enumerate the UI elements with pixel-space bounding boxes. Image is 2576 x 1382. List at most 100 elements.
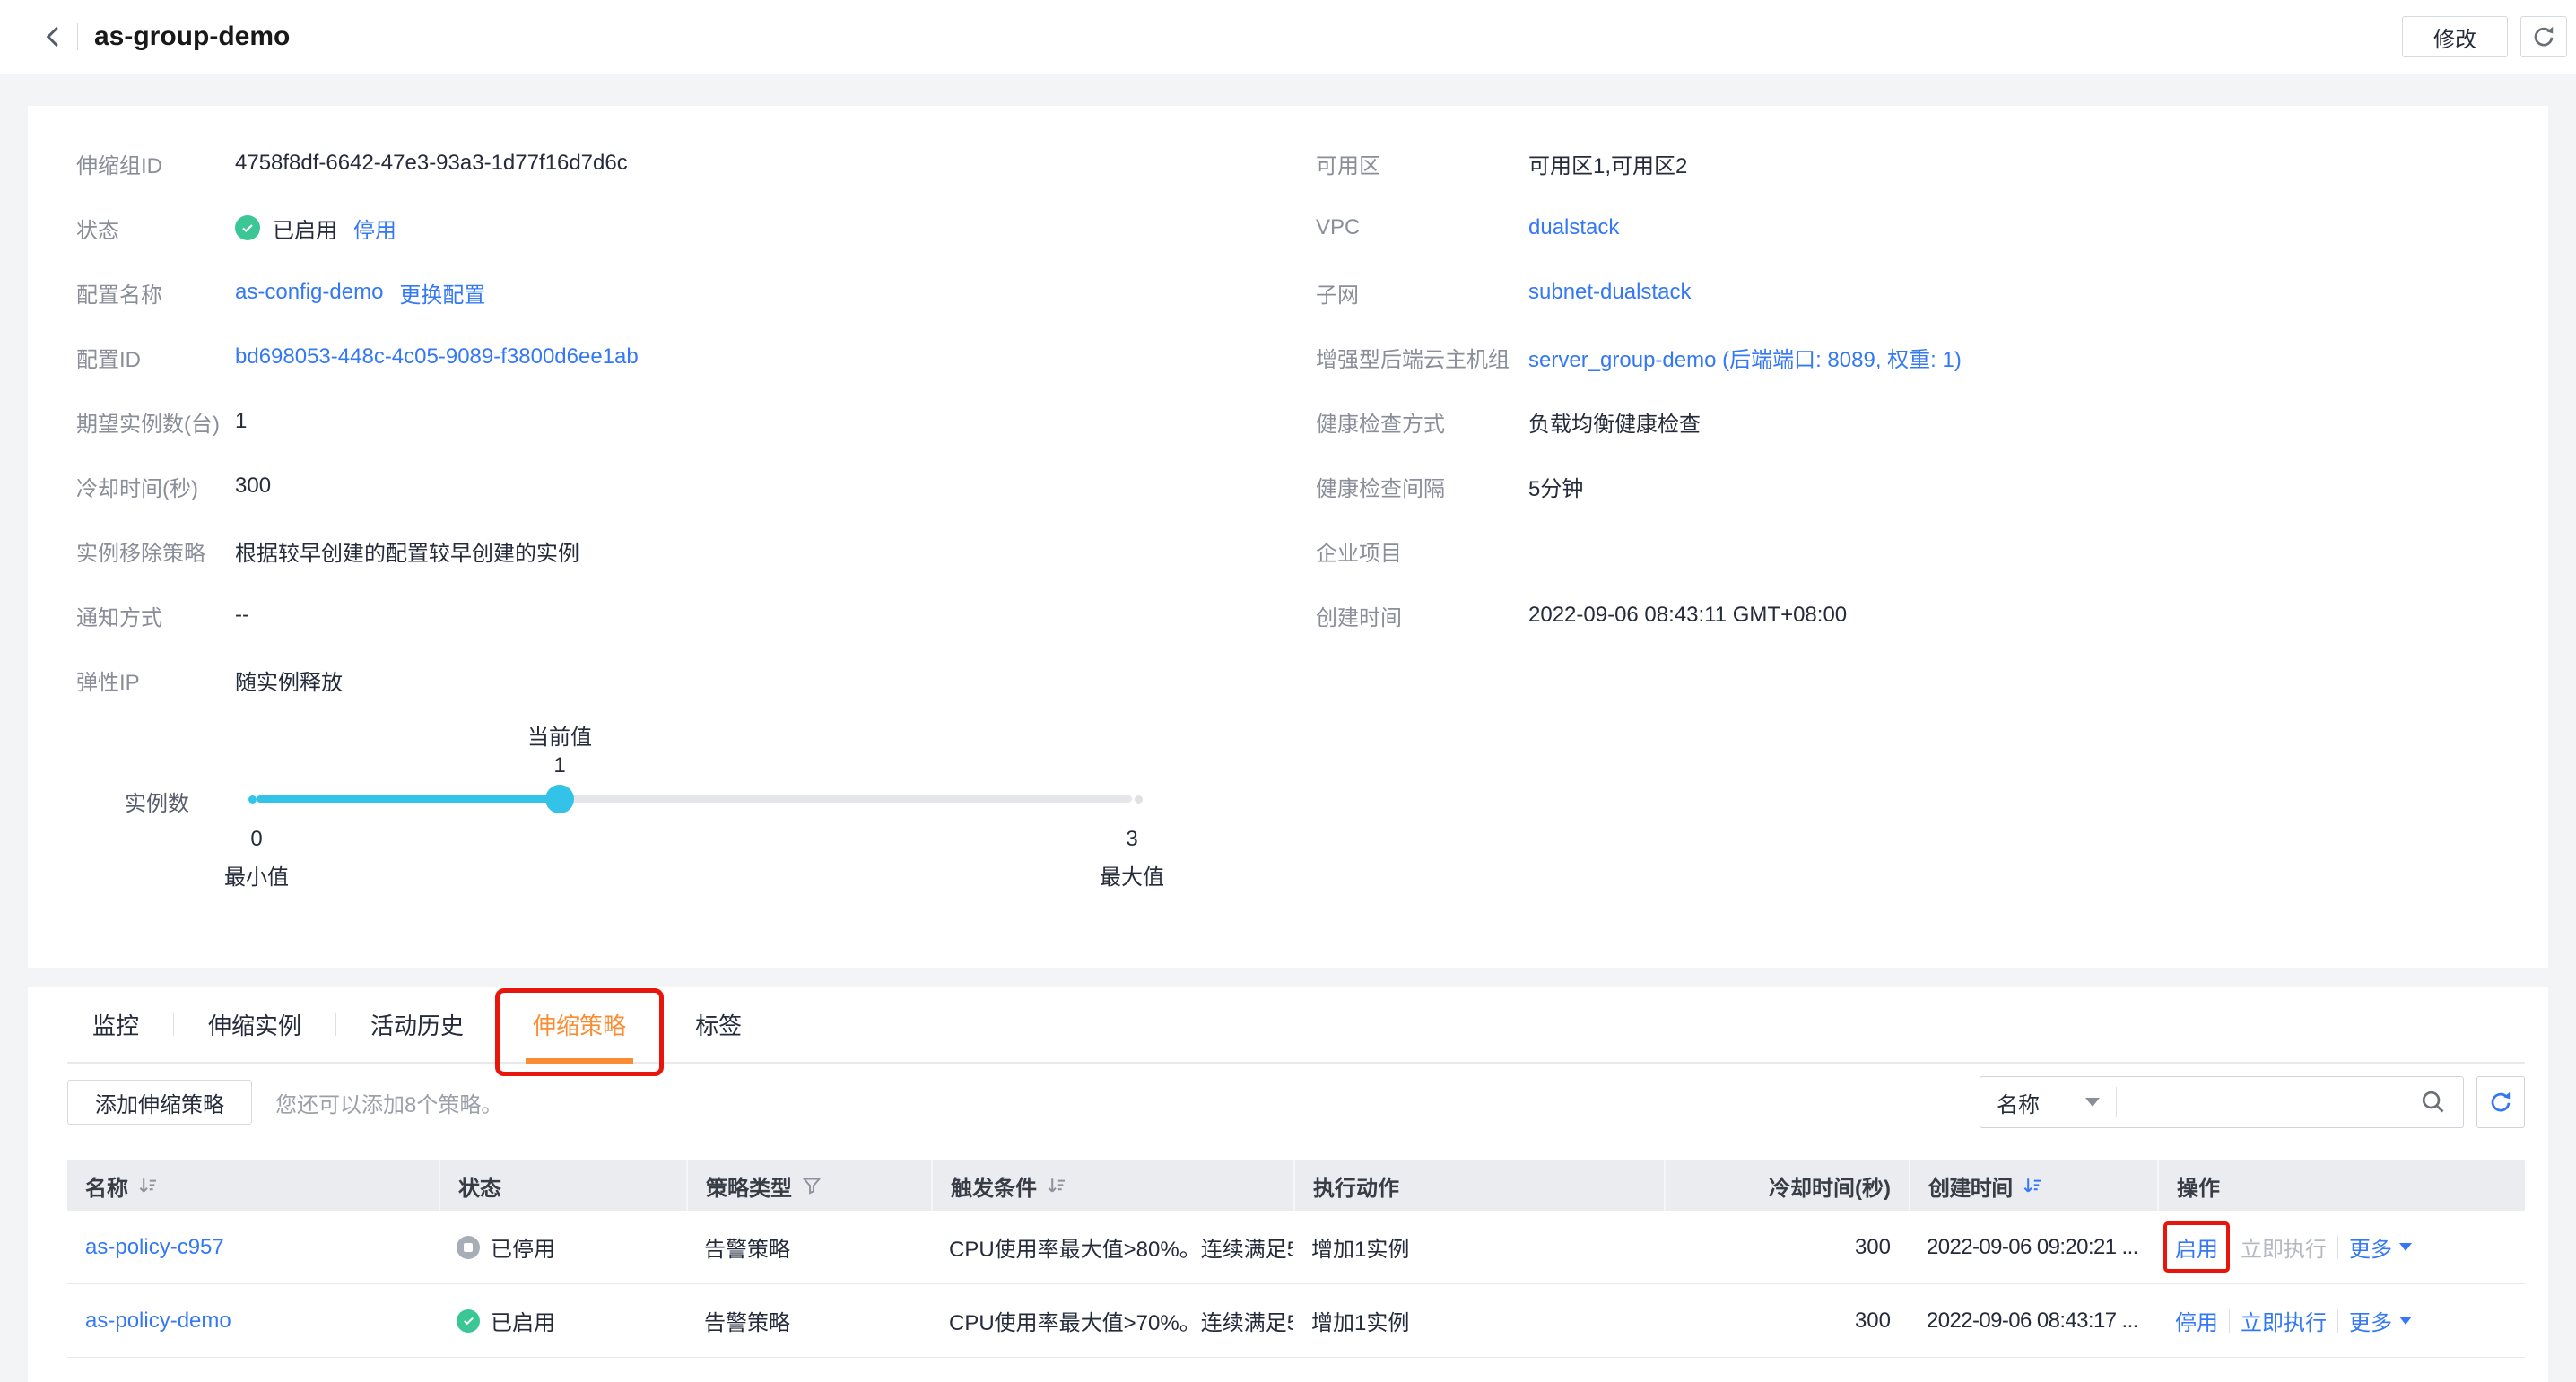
policy-name-link[interactable]: as-policy-c957 xyxy=(85,1235,224,1260)
check-circle-icon xyxy=(457,1309,480,1333)
cooldown-value: 300 xyxy=(235,474,271,499)
caret-down-icon xyxy=(2399,1317,2412,1325)
policy-type-cell: 告警策略 xyxy=(686,1284,931,1357)
op-divider xyxy=(2229,1236,2230,1259)
policy-status-text: 已停用 xyxy=(491,1231,555,1263)
slider-handle[interactable] xyxy=(545,785,574,813)
policy-created-text: 2022-09-06 09:20:21 ... xyxy=(1927,1235,2138,1260)
policy-type-text: 告警策略 xyxy=(704,1231,790,1263)
change-config-link[interactable]: 更换配置 xyxy=(399,277,485,309)
eip-value: 随实例释放 xyxy=(235,665,343,696)
sort-icon[interactable] xyxy=(1046,1175,1067,1196)
slider-max-dot xyxy=(1135,795,1143,804)
back-button[interactable] xyxy=(36,19,72,55)
table-header-row: 名称 状态 策略类型 触发条件 执行动作 xyxy=(67,1160,2525,1211)
policy-search-input[interactable] xyxy=(2117,1077,2420,1127)
status-text: 已启用 xyxy=(273,213,337,244)
config-name-link[interactable]: as-config-demo xyxy=(235,280,383,305)
table-refresh-button[interactable] xyxy=(2476,1076,2525,1128)
tab-divider xyxy=(660,1013,661,1036)
slider-fill xyxy=(257,795,560,803)
field-label: VPC xyxy=(1316,215,1528,240)
col-header-cooldown: 冷却时间(秒) xyxy=(1664,1160,1909,1211)
policy-trigger-cell: CPU使用率最大值>70%。连续满足5... xyxy=(931,1284,1293,1357)
policy-trigger-text: CPU使用率最大值>70%。连续满足5... xyxy=(949,1305,1293,1336)
field-status: 状态 已启用 停用 xyxy=(76,196,1316,260)
instance-count-slider: 当前值 1 实例数 0 最小值 3 最大值 xyxy=(125,719,1316,911)
tab-scaling-instances[interactable]: 伸缩实例 xyxy=(183,987,326,1062)
slider-min-label: 最小值 xyxy=(224,859,289,891)
enable-policy-link[interactable]: 启用 xyxy=(2175,1231,2218,1263)
refresh-icon xyxy=(2530,23,2557,50)
policy-name-link[interactable]: as-policy-demo xyxy=(85,1308,231,1334)
group-id-value: 4758f8df-6642-47e3-93a3-1d77f16d7d6c xyxy=(235,151,628,176)
caret-down-icon xyxy=(2085,1098,2100,1107)
policy-status-cell: 已停用 xyxy=(439,1211,686,1283)
col-header-label: 冷却时间(秒) xyxy=(1769,1170,1891,1202)
sort-icon[interactable] xyxy=(137,1175,159,1196)
field-label: 实例移除策略 xyxy=(76,535,235,567)
op-divider xyxy=(2229,1309,2230,1333)
notify-value: -- xyxy=(235,603,249,628)
tab-label: 伸缩策略 xyxy=(533,1008,626,1041)
overview-details: 伸缩组ID 4758f8df-6642-47e3-93a3-1d77f16d7d… xyxy=(28,106,2548,911)
execute-now-link[interactable]: 立即执行 xyxy=(2241,1305,2327,1336)
col-header-label: 触发条件 xyxy=(951,1170,1037,1202)
field-vpc: VPC dualstack xyxy=(1316,196,2548,260)
config-id-link[interactable]: bd698053-448c-4c05-9089-f3800d6ee1ab xyxy=(235,344,639,369)
field-label: 冷却时间(秒) xyxy=(76,471,235,502)
field-label: 子网 xyxy=(1316,277,1528,309)
policy-ops-cell: 停用 立即执行 更多 xyxy=(2157,1284,2525,1357)
policy-cooldown-cell: 300 xyxy=(1664,1211,1909,1283)
search-field-select[interactable]: 名称 xyxy=(1980,1077,2116,1127)
slider-min-dot xyxy=(248,795,257,804)
field-label: 健康检查间隔 xyxy=(1316,471,1528,502)
tab-label: 监控 xyxy=(92,1008,139,1041)
slider-track[interactable] xyxy=(257,795,1132,803)
add-policy-button[interactable]: 添加伸缩策略 xyxy=(67,1080,252,1125)
slider-min-value: 0 xyxy=(250,827,262,852)
az-value: 可用区1,可用区2 xyxy=(1528,148,1687,179)
policy-search-combo: 名称 xyxy=(1980,1076,2464,1128)
col-header-ops: 操作 xyxy=(2157,1160,2525,1211)
vpc-link[interactable]: dualstack xyxy=(1528,215,1619,240)
field-removal-policy: 实例移除策略 根据较早创建的配置较早创建的实例 xyxy=(76,518,1316,583)
modify-button[interactable]: 修改 xyxy=(2402,16,2508,57)
tab-scaling-policies[interactable]: 伸缩策略 xyxy=(508,987,651,1062)
status-value: 已启用 停用 xyxy=(235,213,396,244)
tab-activity-history[interactable]: 活动历史 xyxy=(345,987,489,1062)
col-header-type: 策略类型 xyxy=(686,1160,931,1211)
more-actions-link[interactable]: 更多 xyxy=(2349,1305,2392,1336)
tab-tags[interactable]: 标签 xyxy=(670,987,767,1062)
page-refresh-button[interactable] xyxy=(2520,16,2567,57)
field-eip: 弹性IP 随实例释放 xyxy=(76,648,1316,712)
title-divider xyxy=(77,23,78,50)
tab-label: 伸缩实例 xyxy=(208,1008,301,1041)
as-group-detail-page: { "header": { "title": "as-group-demo", … xyxy=(0,0,2576,1382)
policies-table: 名称 状态 策略类型 触发条件 执行动作 xyxy=(67,1160,2525,1358)
more-actions-link[interactable]: 更多 xyxy=(2349,1231,2392,1263)
policy-trigger-text: CPU使用率最大值>80%。连续满足5... xyxy=(949,1231,1293,1263)
subnet-link[interactable]: subnet-dualstack xyxy=(1528,280,1691,305)
policy-type-cell: 告警策略 xyxy=(686,1211,931,1283)
policy-cooldown-text: 300 xyxy=(1855,1308,1891,1334)
active-tab-underline xyxy=(526,1058,633,1064)
field-group-id: 伸缩组ID 4758f8df-6642-47e3-93a3-1d77f16d7d… xyxy=(76,131,1316,196)
policy-created-text: 2022-09-06 08:43:17 ... xyxy=(1927,1308,2138,1334)
search-icon[interactable] xyxy=(2420,1089,2447,1116)
policy-name-cell: as-policy-c957 xyxy=(67,1211,439,1283)
field-az: 可用区 可用区1,可用区2 xyxy=(1316,131,2548,196)
backend-group-link[interactable]: server_group-demo (后端端口: 8089, 权重: 1) xyxy=(1528,342,1962,373)
col-header-status: 状态 xyxy=(439,1160,686,1211)
tab-monitoring[interactable]: 监控 xyxy=(67,987,164,1062)
sort-icon-active[interactable] xyxy=(2022,1175,2043,1196)
slider-axis-label: 实例数 xyxy=(125,786,189,817)
funnel-icon[interactable] xyxy=(801,1175,822,1196)
disable-policy-link[interactable]: 停用 xyxy=(2175,1305,2218,1336)
field-label: 可用区 xyxy=(1316,148,1528,179)
col-header-trigger: 触发条件 xyxy=(931,1160,1293,1211)
field-config-name: 配置名称 as-config-demo 更换配置 xyxy=(76,260,1316,325)
field-label: 企业项目 xyxy=(1316,535,1528,567)
disable-group-link[interactable]: 停用 xyxy=(353,213,396,244)
col-header-label: 创建时间 xyxy=(1928,1170,2013,1202)
